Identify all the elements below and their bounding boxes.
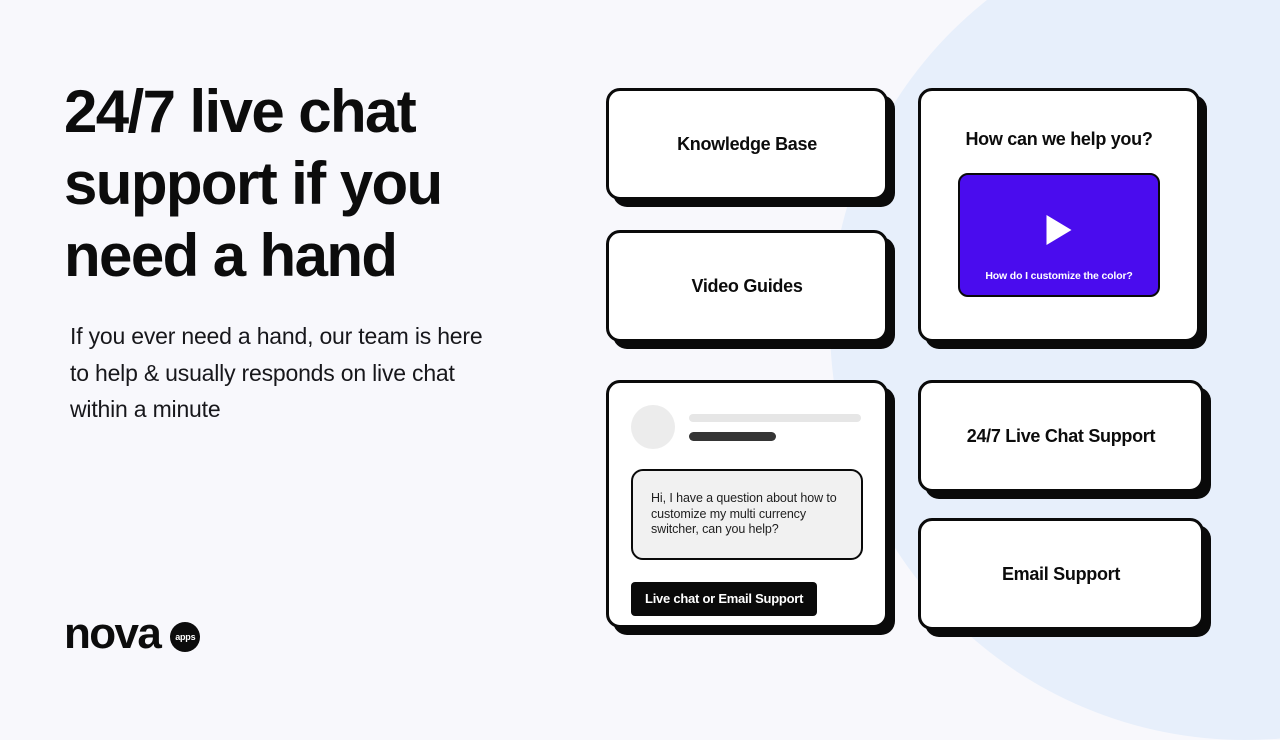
chat-message-text: Hi, I have a question about how to custo… — [651, 491, 837, 536]
card-email-support[interactable]: Email Support — [918, 518, 1204, 630]
card-live-chat-support[interactable]: 24/7 Live Chat Support — [918, 380, 1204, 492]
card-knowledge-base[interactable]: Knowledge Base — [606, 88, 888, 200]
avatar-placeholder-icon — [631, 405, 675, 449]
card-how-can-we-help[interactable]: How can we help you? How do I customize … — [918, 88, 1200, 342]
video-thumbnail[interactable]: How do I customize the color? — [958, 173, 1160, 297]
card-knowledge-base-label: Knowledge Base — [677, 133, 817, 154]
card-chat-preview[interactable]: Hi, I have a question about how to custo… — [606, 380, 888, 628]
chat-placeholder-line-bottom — [689, 431, 776, 441]
live-chat-or-email-support-button[interactable]: Live chat or Email Support — [631, 581, 818, 616]
chat-message-bubble: Hi, I have a question about how to custo… — [631, 469, 863, 560]
chat-header — [609, 383, 885, 449]
video-caption: How do I customize the color? — [985, 270, 1133, 282]
play-icon[interactable] — [1046, 215, 1072, 246]
feature-card-grid: Knowledge Base Video Guides How can we h… — [0, 0, 1280, 720]
card-live-chat-support-label: 24/7 Live Chat Support — [966, 425, 1156, 446]
card-video-guides[interactable]: Video Guides — [606, 230, 888, 342]
chat-placeholder-lines — [689, 413, 863, 441]
help-card-title: How can we help you? — [965, 129, 1153, 149]
card-email-support-label: Email Support — [1001, 563, 1121, 584]
chat-placeholder-line-top — [689, 413, 861, 422]
card-video-guides-label: Video Guides — [691, 275, 803, 296]
